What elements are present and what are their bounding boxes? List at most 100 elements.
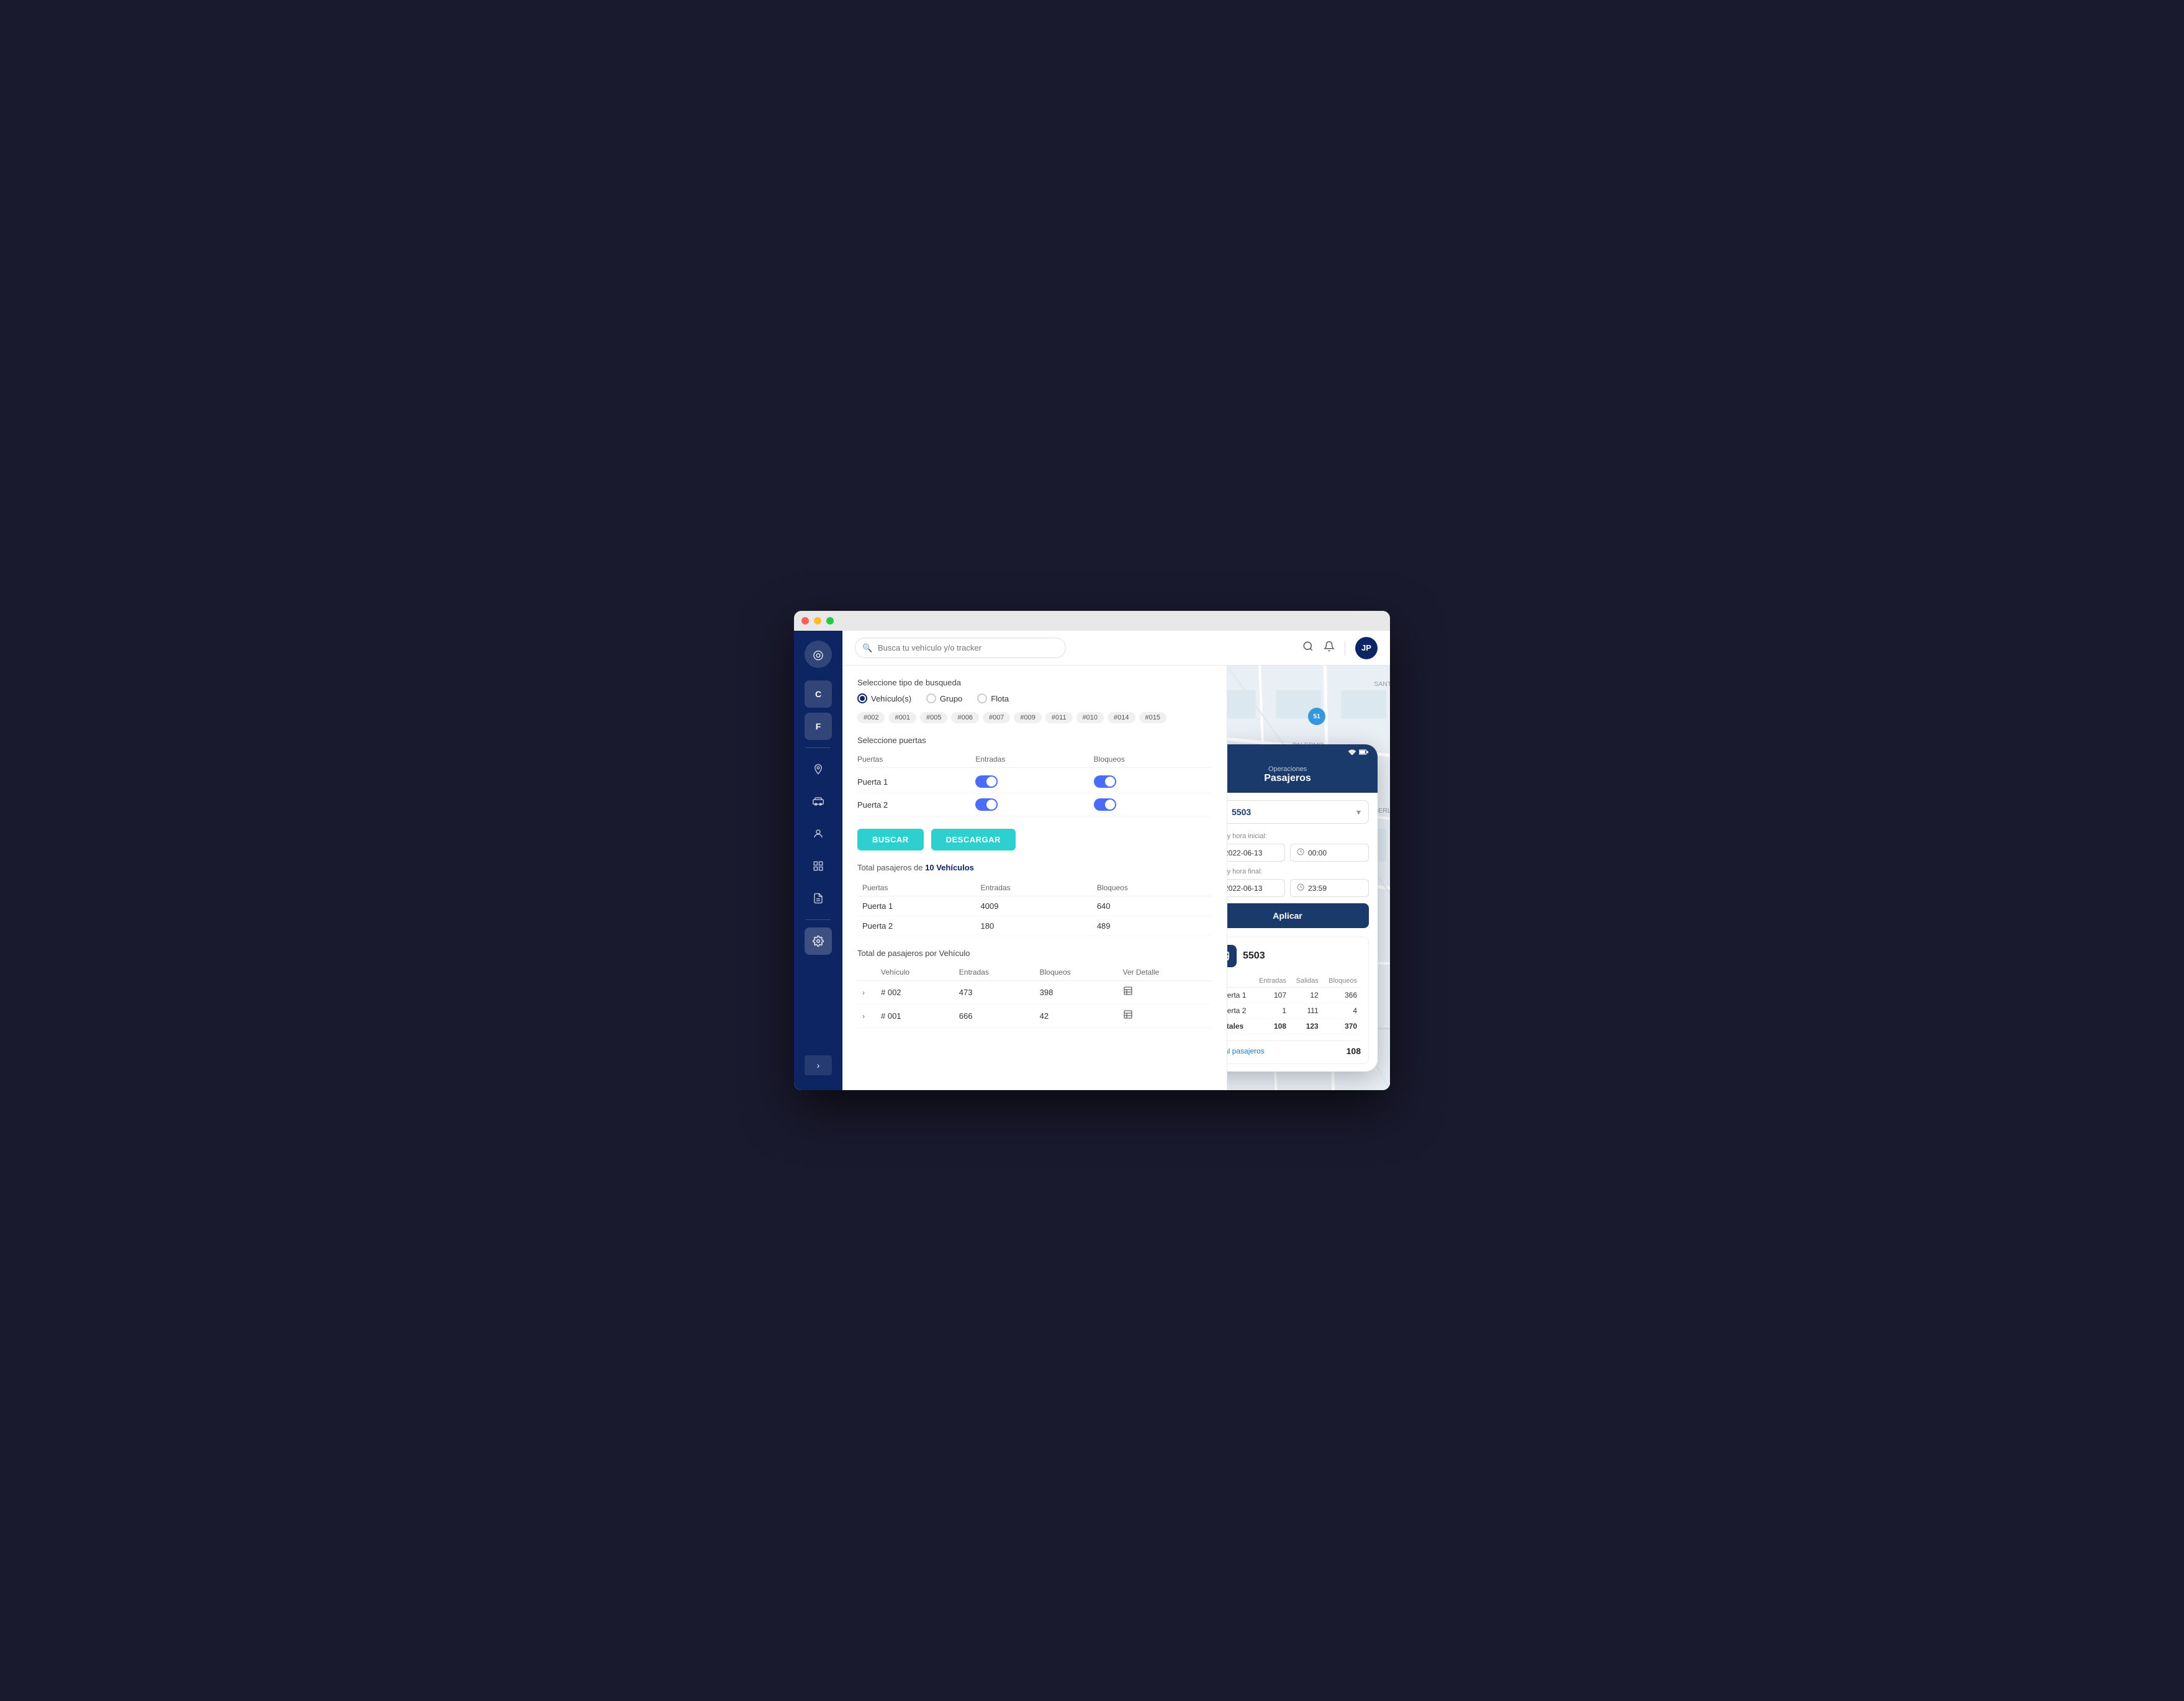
main-content: 🔍 JP bbox=[842, 631, 1390, 1090]
door1-bloqueos-toggle[interactable] bbox=[1094, 775, 1212, 788]
tag-014[interactable]: #014 bbox=[1108, 712, 1135, 723]
sidebar-item-document[interactable] bbox=[805, 885, 832, 912]
card-totals-entradas: 108 bbox=[1253, 1019, 1290, 1034]
search-topbar-icon[interactable] bbox=[1302, 641, 1314, 655]
tag-005[interactable]: #005 bbox=[920, 712, 947, 723]
tag-007[interactable]: #007 bbox=[983, 712, 1010, 723]
toggle-door1-entradas[interactable] bbox=[975, 775, 998, 788]
door1-entradas-toggle[interactable] bbox=[975, 775, 1093, 788]
res-puerta1-name: Puerta 1 bbox=[857, 896, 976, 916]
tag-006[interactable]: #006 bbox=[951, 712, 978, 723]
date-initial-value: 2022-06-13 bbox=[1227, 849, 1262, 857]
map-cluster-51[interactable]: 51 bbox=[1308, 708, 1325, 725]
doors-col-bloqueos: Bloqueos bbox=[1094, 755, 1212, 764]
mobile-overlay: 9:41 ← Operaciones Pasajeros bbox=[1227, 744, 1378, 1072]
card-col-entradas: Entradas bbox=[1253, 975, 1290, 988]
app-container: ◎ C F bbox=[794, 631, 1390, 1090]
card-door1-salidas: 12 bbox=[1290, 988, 1322, 1003]
toggle-door1-bloqueos[interactable] bbox=[1094, 775, 1116, 788]
vehicle-section-title: Total de pasajeros por Vehículo bbox=[857, 949, 1212, 958]
chevron-right-icon: › bbox=[817, 1060, 820, 1070]
card-door2-salidas: 111 bbox=[1290, 1003, 1322, 1019]
date-initial-input[interactable]: 2022-06-13 bbox=[1227, 844, 1285, 862]
res-puerta2-entradas: 180 bbox=[976, 916, 1092, 936]
time-final-input[interactable]: 23:59 bbox=[1290, 879, 1369, 897]
buscar-button[interactable]: BUSCAR bbox=[857, 829, 924, 850]
date-final-row: 2022-06-13 23:59 bbox=[1227, 879, 1369, 897]
search-container: 🔍 bbox=[855, 638, 1066, 658]
total-pasajeros-label[interactable]: Total pasajeros bbox=[1227, 1047, 1265, 1055]
card-totals-salidas: 123 bbox=[1290, 1019, 1322, 1034]
tag-001[interactable]: #001 bbox=[888, 712, 916, 723]
table-row: Puerta 2 1 111 4 bbox=[1227, 1003, 1361, 1019]
vcol-entradas: Entradas bbox=[954, 964, 1035, 981]
card-totals-name: Totales bbox=[1227, 1019, 1253, 1034]
tag-015[interactable]: #015 bbox=[1139, 712, 1166, 723]
action-buttons: BUSCAR DESCARGAR bbox=[857, 829, 1212, 850]
left-panel: Seleccione tipo de busqueda Vehículo(s) … bbox=[842, 666, 1227, 1090]
table-row: Totales 108 123 370 bbox=[1227, 1019, 1361, 1034]
search-icon: 🔍 bbox=[862, 643, 872, 653]
date-initial-label: Fecha y hora inicial: bbox=[1227, 832, 1369, 840]
avatar[interactable]: JP bbox=[1355, 637, 1378, 659]
time-initial-input[interactable]: 00:00 bbox=[1290, 844, 1369, 862]
right-panel: LA AVANZ SANTA CRUZ VILLA DEL SOCORRO LA… bbox=[1227, 666, 1390, 1090]
sidebar-item-location[interactable] bbox=[805, 756, 832, 783]
door2-bloqueos-toggle[interactable] bbox=[1094, 798, 1212, 811]
card-totals-bloqueos: 370 bbox=[1322, 1019, 1361, 1034]
vehicle-card-header: 5503 bbox=[1227, 945, 1361, 967]
detail-icon-002[interactable] bbox=[1123, 988, 1133, 998]
card-table: Entradas Salidas Bloqueos Puerta 1 bbox=[1227, 975, 1361, 1034]
expand-row-2[interactable]: › bbox=[862, 1012, 865, 1021]
tag-002[interactable]: #002 bbox=[857, 712, 885, 723]
topbar-right: JP bbox=[1302, 637, 1378, 659]
selector-chevron-icon: ▾ bbox=[1356, 807, 1361, 818]
table-row: › # 002 473 398 bbox=[857, 981, 1212, 1004]
expand-row-1[interactable]: › bbox=[862, 988, 865, 997]
tag-011[interactable]: #011 bbox=[1045, 712, 1073, 723]
search-input[interactable] bbox=[855, 638, 1066, 658]
sidebar-logo[interactable]: ◎ bbox=[805, 641, 832, 668]
door2-entradas-toggle[interactable] bbox=[975, 798, 1093, 811]
radio-flota[interactable]: Flota bbox=[977, 693, 1009, 703]
sidebar-divider-2 bbox=[806, 919, 831, 920]
maximize-button[interactable] bbox=[826, 617, 834, 625]
toggle-door2-entradas[interactable] bbox=[975, 798, 998, 811]
minimize-button[interactable] bbox=[814, 617, 821, 625]
bell-icon[interactable] bbox=[1324, 641, 1335, 655]
tag-010[interactable]: #010 bbox=[1076, 712, 1104, 723]
res-puerta2-bloqueos: 489 bbox=[1092, 916, 1212, 936]
sidebar-item-person[interactable] bbox=[805, 820, 832, 847]
sidebar-item-settings[interactable] bbox=[805, 927, 832, 955]
date-final-value: 2022-06-13 bbox=[1227, 884, 1262, 893]
sidebar-item-vehicle[interactable] bbox=[805, 788, 832, 815]
search-type-label: Seleccione tipo de busqueda bbox=[857, 678, 1212, 687]
v002-entradas: 473 bbox=[954, 981, 1035, 1004]
table-row: Puerta 1 4009 640 bbox=[857, 896, 1212, 916]
date-final-input[interactable]: 2022-06-13 bbox=[1227, 879, 1285, 897]
sidebar-item-f[interactable]: F bbox=[805, 713, 832, 740]
vehicle-card: 5503 Entradas Salidas Bloqueos bbox=[1227, 937, 1369, 1064]
time-final-value: 23:59 bbox=[1308, 884, 1327, 893]
svg-text:SANTA CRUZ: SANTA CRUZ bbox=[1374, 680, 1390, 688]
close-button[interactable] bbox=[801, 617, 809, 625]
radio-vehiculos[interactable]: Vehículo(s) bbox=[857, 693, 911, 703]
vcol-expand bbox=[857, 964, 876, 981]
results-title: Total pasajeros de 10 Vehículos bbox=[857, 863, 1212, 872]
sidebar-item-c[interactable]: C bbox=[805, 680, 832, 708]
tags-row: #002 #001 #005 #006 #007 #009 #011 #010 … bbox=[857, 712, 1212, 723]
doors-header: Puertas Entradas Bloqueos bbox=[857, 751, 1212, 768]
toggle-door2-bloqueos[interactable] bbox=[1094, 798, 1116, 811]
radio-grupo[interactable]: Grupo bbox=[926, 693, 962, 703]
aplicar-button[interactable]: Aplicar bbox=[1227, 903, 1369, 928]
detail-icon-001[interactable] bbox=[1123, 1011, 1133, 1022]
titlebar bbox=[794, 611, 1390, 631]
vcol-vehiculo: Vehículo bbox=[876, 964, 954, 981]
vehicle-selector[interactable]: ✓ 5503 ▾ bbox=[1227, 800, 1369, 824]
descargar-button[interactable]: DESCARGAR bbox=[931, 829, 1016, 850]
sidebar-item-dashboard[interactable] bbox=[805, 852, 832, 880]
tag-009[interactable]: #009 bbox=[1014, 712, 1041, 723]
sidebar-collapse-button[interactable]: › bbox=[805, 1055, 832, 1075]
v001-bloqueos: 42 bbox=[1035, 1004, 1118, 1028]
results-header-row: Puertas Entradas Bloqueos bbox=[857, 880, 1212, 896]
